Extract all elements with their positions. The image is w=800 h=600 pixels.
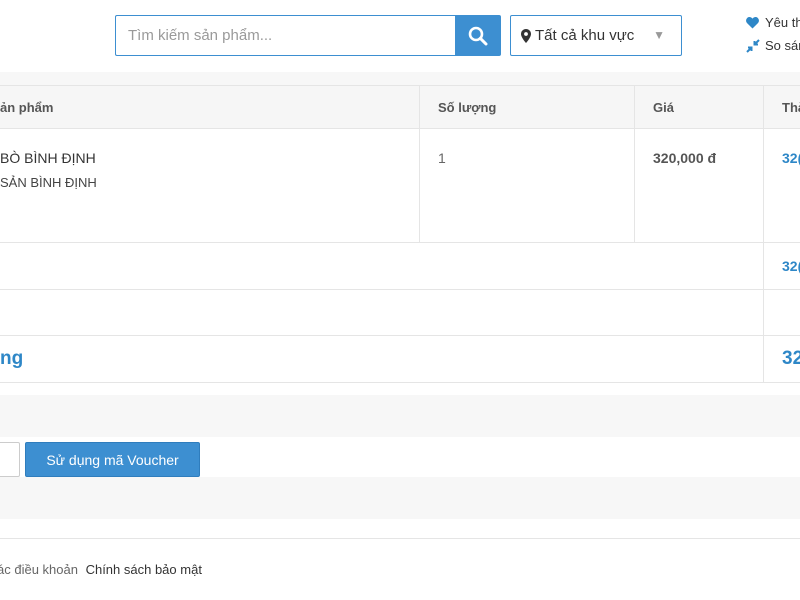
cart-item-row: BÒ BÌNH ĐỊNH SẢN BÌNH ĐỊNH 1 320,000 đ 3… (0, 129, 800, 243)
compare-label: So sán (765, 38, 800, 53)
divider (0, 538, 800, 539)
section-band (0, 72, 800, 86)
favorites-label: Yêu th (765, 15, 800, 30)
grand-total-label: ng (0, 348, 24, 369)
column-price: Giá (653, 100, 674, 115)
search-icon (468, 26, 488, 46)
column-divider (763, 86, 764, 129)
item-total-value: 32( (782, 150, 800, 166)
column-divider (763, 336, 764, 382)
search-button[interactable] (455, 15, 501, 56)
favorites-link[interactable]: Yêu th (746, 15, 800, 30)
privacy-policy-link[interactable]: Chính sách bảo mật (86, 562, 202, 577)
map-pin-icon (521, 28, 531, 43)
product-subtitle: SẢN BÌNH ĐỊNH (0, 175, 97, 190)
search-input[interactable] (116, 16, 455, 55)
column-divider (634, 86, 635, 129)
compare-link[interactable]: So sán (746, 38, 800, 53)
column-divider (419, 129, 420, 242)
use-voucher-button[interactable]: Sử dụng mã Voucher (25, 442, 200, 477)
cart-table: ản phẩm Số lượng Giá Thà BÒ BÌNH ĐỊNH SẢ… (0, 85, 800, 383)
grand-total-value: 32 (782, 348, 800, 369)
voucher-band (0, 395, 800, 437)
price-value: 320,000 đ (653, 150, 717, 166)
terms-line: ác điều khoản Chính sách bảo mật (0, 562, 202, 577)
subtotal-row: 32( (0, 243, 800, 290)
terms-conditions-link[interactable]: ác điều khoản (0, 562, 78, 577)
product-name[interactable]: BÒ BÌNH ĐỊNH (0, 150, 96, 166)
column-divider (763, 290, 764, 335)
section-band (0, 477, 800, 519)
region-select[interactable]: Tất cả khu vực ▼ (510, 15, 682, 56)
empty-row (0, 290, 800, 336)
grand-total-row: ng 32 (0, 336, 800, 383)
column-divider (419, 86, 420, 129)
column-divider (763, 129, 764, 242)
chevron-down-icon: ▼ (653, 28, 665, 42)
cart-table-header: ản phẩm Số lượng Giá Thà (0, 85, 800, 129)
voucher-input[interactable] (0, 442, 20, 477)
column-total: Thà (782, 100, 800, 115)
column-divider (634, 129, 635, 242)
column-product: ản phẩm (0, 100, 54, 115)
search-box[interactable] (115, 15, 455, 56)
quantity-value[interactable]: 1 (438, 150, 446, 166)
compare-icon (746, 38, 760, 53)
region-label: Tất cả khu vực (535, 27, 635, 44)
subtotal-value: 32( (782, 258, 800, 274)
heart-icon (746, 16, 760, 29)
column-divider (763, 243, 764, 289)
column-quantity: Số lượng (438, 100, 497, 115)
